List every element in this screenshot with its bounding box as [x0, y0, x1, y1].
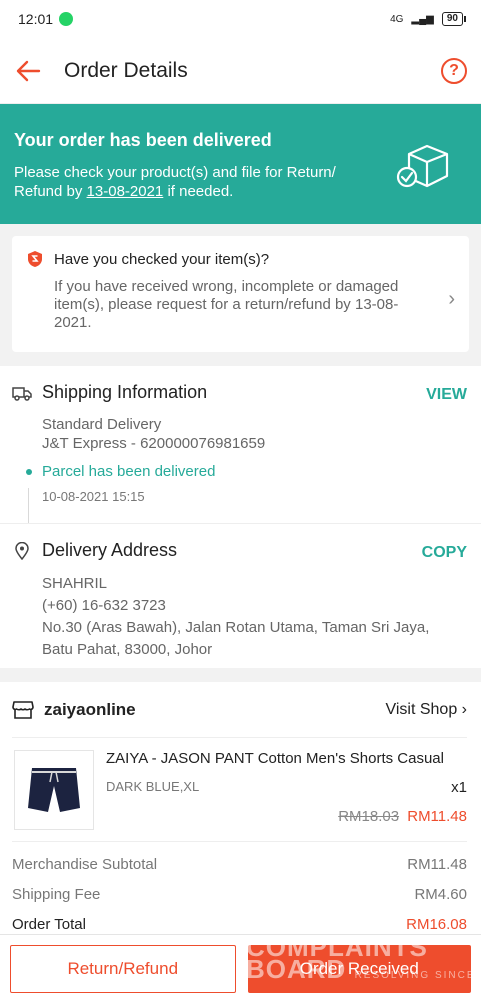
tracking-status: Parcel has been delivered [42, 463, 216, 480]
address-section: Delivery Address COPY SHAHRIL (+60) 16-6… [0, 524, 481, 668]
address-line-1: No.30 (Aras Bawah), Jalan Rotan Utama, T… [42, 619, 430, 636]
status-bar: 12:01 4G ▂▄▆ 90 [0, 0, 481, 38]
shop-name[interactable]: zaiyaonline [44, 700, 136, 720]
location-pin-icon [15, 541, 29, 560]
whatsapp-icon [59, 12, 74, 26]
product-thumbnail [14, 750, 94, 830]
address-line-2: Batu Pahat, 83000, Johor [42, 641, 213, 658]
copy-address-button[interactable]: COPY [422, 544, 467, 562]
order-item[interactable]: ZAIYA - JASON PANT Cotton Men's Shorts C… [12, 738, 467, 842]
check-body: If you have received wrong, incomplete o… [54, 278, 399, 331]
courier-tracking: J&T Express - 620000076981659 [42, 435, 266, 452]
return-refund-button[interactable]: Return/Refund [10, 945, 236, 993]
subtotal-value: RM11.48 [407, 856, 467, 873]
check-title: Have you checked your item(s)? [54, 250, 270, 268]
original-price: RM18.03 [338, 808, 400, 825]
shipping-section: Shipping Information VIEW Standard Deliv… [0, 366, 481, 524]
product-variant: DARK BLUE,XL [106, 779, 200, 794]
product-name: ZAIYA - JASON PANT Cotton Men's Shorts C… [106, 750, 444, 767]
return-deadline: 13-08-2021 [86, 183, 164, 200]
chevron-right-icon: › [448, 288, 455, 310]
signal-icon: ▂▄▆ [411, 13, 434, 25]
sale-price: RM11.48 [407, 808, 467, 825]
back-arrow-icon[interactable] [14, 57, 42, 85]
delivered-banner: Your order has been delivered Please che… [0, 104, 481, 224]
recipient-phone: (+60) 16-632 3723 [42, 597, 166, 614]
check-items-card[interactable]: Have you checked your item(s)? If you ha… [12, 236, 469, 352]
shipping-fee-value: RM4.60 [414, 886, 467, 903]
shop-section: zaiyaonline Visit Shop › ZAIYA - JASON P… [0, 682, 481, 938]
help-icon[interactable]: ? [441, 57, 467, 84]
subtotal-row: Merchandise Subtotal RM11.48 [12, 856, 467, 886]
app-bar: Order Details ? [0, 38, 481, 104]
shield-icon [28, 251, 42, 267]
network-indicator: 4G [390, 13, 404, 25]
bottom-action-bar: Return/Refund Order Received [0, 934, 481, 1000]
delivery-method: Standard Delivery [42, 416, 162, 433]
status-dot [26, 468, 32, 475]
page-title: Order Details [64, 58, 188, 82]
battery-indicator: 90 [441, 12, 467, 26]
track-line [28, 488, 29, 523]
order-received-button[interactable]: Order Received [247, 945, 471, 993]
visit-shop-link[interactable]: Visit Shop › [385, 701, 467, 719]
recipient-name: SHAHRIL [42, 575, 108, 592]
shop-icon [12, 700, 34, 719]
shorts-icon [28, 768, 80, 812]
delivered-box-icon [396, 144, 449, 188]
shipping-fee-row: Shipping Fee RM4.60 [12, 886, 467, 916]
tracking-time: 10-08-2021 15:15 [42, 489, 145, 504]
product-quantity: x1 [451, 779, 467, 796]
banner-message: Please check your product(s) and file fo… [14, 164, 336, 200]
address-title: Delivery Address [42, 540, 178, 560]
clock: 12:01 [18, 11, 54, 27]
order-summary: Merchandise Subtotal RM11.48 Shipping Fe… [12, 842, 467, 946]
shipping-title: Shipping Information [42, 382, 208, 402]
view-shipping-button[interactable]: VIEW [426, 386, 467, 404]
truck-icon [12, 386, 32, 401]
